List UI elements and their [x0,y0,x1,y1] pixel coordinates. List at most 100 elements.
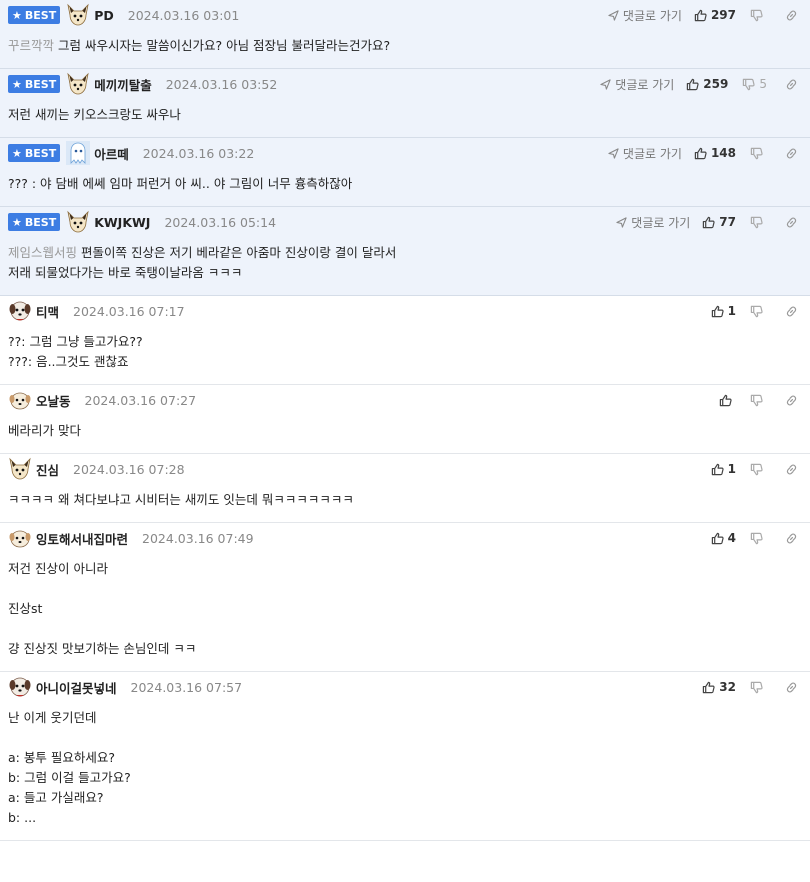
link-icon[interactable] [785,394,798,407]
comment-line: 진상st [8,599,802,619]
nickname[interactable]: 잉토해서내집마련 [36,529,128,548]
comment-line: 제임스웹서핑 편돌이쪽 진상은 저기 베라같은 아줌마 진상이랑 결이 달라서 [8,243,802,263]
thumbs-down-icon [750,681,767,694]
like-count: 1 [727,304,736,318]
fox-avatar[interactable] [66,72,90,96]
link-icon[interactable] [785,463,798,476]
comment-line: 저래 되물었다가는 바로 죽탱이날라옴 ㅋㅋㅋ [8,263,802,283]
nickname[interactable]: KWJKWJ [94,215,150,230]
like-button[interactable]: 259 [686,77,728,91]
comment-header: 아니이걸못넣네 2024.03.16 07:57 32 [8,672,802,702]
go-to-comment-link[interactable]: 댓글로 가기 [616,214,690,231]
nickname[interactable]: 진심 [36,460,59,479]
dog-avatar[interactable] [8,299,32,323]
comment-line [8,619,802,639]
comment-line: 꾸르깍깍 그럼 싸우시자는 말씀이신가요? 아님 점장님 불러달라는건가요? [8,36,802,56]
comment-text: 저래 되물었다가는 바로 죽탱이날라옴 ㅋㅋㅋ [8,265,243,280]
go-to-comment-label: 댓글로 가기 [622,8,682,23]
comment-text: b: 그럼 이걸 들고가요? [8,770,131,785]
comment-text: ??? : 야 담배 에쎄 임마 퍼런거 아 씨.. 야 그림이 너무 흉측하잖… [8,176,353,191]
link-icon[interactable] [785,78,798,91]
send-icon [608,147,623,159]
comment-body: 저건 진상이 아니라진상st 걍 진상짓 맛보기하는 손님인데 ㅋㅋ [8,553,802,671]
comment-line: a: 봉투 필요하세요? [8,748,802,768]
link-icon[interactable] [785,305,798,318]
like-count: 4 [727,531,736,545]
like-count: 297 [710,8,736,22]
comment-body: 제임스웹서핑 편돌이쪽 진상은 저기 베라같은 아줌마 진상이랑 결이 달라서저래… [8,237,802,295]
dislike-button[interactable] [750,532,767,545]
thumbs-up-icon [694,147,711,160]
comment-line: 저건 진상이 아니라 [8,559,802,579]
dislike-button[interactable] [750,216,767,229]
star-icon: ★ [12,8,22,22]
nickname[interactable]: 오날동 [36,391,71,410]
best-badge: ★ BEST [8,144,61,162]
comment-text: ??: 그럼 그냥 들고가요?? [8,334,143,349]
comment-line: ???: 음..그것도 괜찮죠 [8,352,802,372]
dislike-button[interactable] [750,9,767,22]
puppy-avatar[interactable] [8,388,32,412]
fox-avatar[interactable] [66,210,90,234]
link-icon[interactable] [785,147,798,160]
go-to-comment-label: 댓글로 가기 [615,77,675,92]
comment-line: b: ... [8,808,802,828]
like-button[interactable]: 1 [711,304,736,318]
nickname[interactable]: 메끼끼탈출 [94,75,152,94]
go-to-comment-link[interactable]: 댓글로 가기 [608,145,682,162]
comment: 잉토해서내집마련 2024.03.16 07:49 4 저건 진상이 아니라진상st 걍… [0,523,810,672]
go-to-comment-link[interactable]: 댓글로 가기 [608,7,682,24]
like-button[interactable]: 32 [702,680,736,694]
comment-actions: 1 [711,454,802,484]
like-button[interactable]: 1 [711,462,736,476]
dislike-button[interactable] [750,394,767,407]
thumbs-up-icon [719,394,736,407]
link-icon[interactable] [785,9,798,22]
thumbs-up-icon [702,216,719,229]
dislike-button[interactable] [750,463,767,476]
thumbs-down-icon [750,147,767,160]
like-button[interactable]: 297 [694,8,736,22]
link-icon[interactable] [785,532,798,545]
comment: 진심 2024.03.16 07:28 1 ㅋㅋㅋㅋ 왜 쳐다보냐고 시비터는 새끼도… [0,454,810,523]
link-icon[interactable] [785,681,798,694]
comment-header: 잉토해서내집마련 2024.03.16 07:49 4 [8,523,802,553]
nickname[interactable]: PD [94,8,114,23]
comment-tag: 꾸르깍깍 [8,38,55,53]
thumbs-up-icon [686,78,703,91]
comment-text: ㅋㅋㅋㅋ 왜 쳐다보냐고 시비터는 새끼도 잇는데 뭐ㅋㅋㅋㅋㅋㅋㅋ [8,492,354,507]
nickname[interactable]: 아니이걸못넣네 [36,678,117,697]
comment-text: 걍 진상짓 맛보기하는 손님인데 ㅋㅋ [8,641,197,656]
best-comment: ★ BEST KWJKWJ 2024.03.16 05:14 댓글로 가기 77 제임스웹서… [0,207,810,296]
comment-text: 난 이게 웃기던데 [8,710,97,725]
comment-actions: 댓글로 가기 77 [616,207,802,237]
dislike-button[interactable] [750,681,767,694]
like-button[interactable]: 77 [702,215,736,229]
send-icon [608,9,623,21]
dislike-button[interactable] [750,147,767,160]
best-badge: ★ BEST [8,213,61,231]
go-to-comment-link[interactable]: 댓글로 가기 [600,76,674,93]
dislike-button[interactable]: 5 [742,77,767,91]
comment-text: 진상st [8,601,43,616]
link-icon[interactable] [785,216,798,229]
puppy-avatar[interactable] [8,526,32,550]
comment-date: 2024.03.16 07:17 [73,303,185,319]
dislike-button[interactable] [750,305,767,318]
nickname[interactable]: 아르떼 [94,144,129,163]
fox-avatar[interactable] [66,3,90,27]
like-button[interactable]: 148 [694,146,736,160]
comment-tag: 제임스웹서핑 [8,245,78,260]
dog-avatar[interactable] [8,675,32,699]
thumbs-down-icon [750,216,767,229]
fox-avatar[interactable] [8,457,32,481]
comment-actions: 4 [711,523,802,553]
like-button[interactable] [719,394,736,407]
comment-body: 난 이게 웃기던데 a: 봉투 필요하세요? b: 그럼 이걸 들고가요? a: 들고… [8,702,802,840]
comment-text: a: 봉투 필요하세요? [8,750,115,765]
like-count: 77 [719,215,736,229]
nickname[interactable]: 티맥 [36,302,59,321]
like-button[interactable]: 4 [711,531,736,545]
best-comment: ★ BEST 메끼끼탈출 2024.03.16 03:52 댓글로 가기 259 5 저런 새… [0,69,810,138]
ghost-avatar[interactable] [66,141,91,165]
